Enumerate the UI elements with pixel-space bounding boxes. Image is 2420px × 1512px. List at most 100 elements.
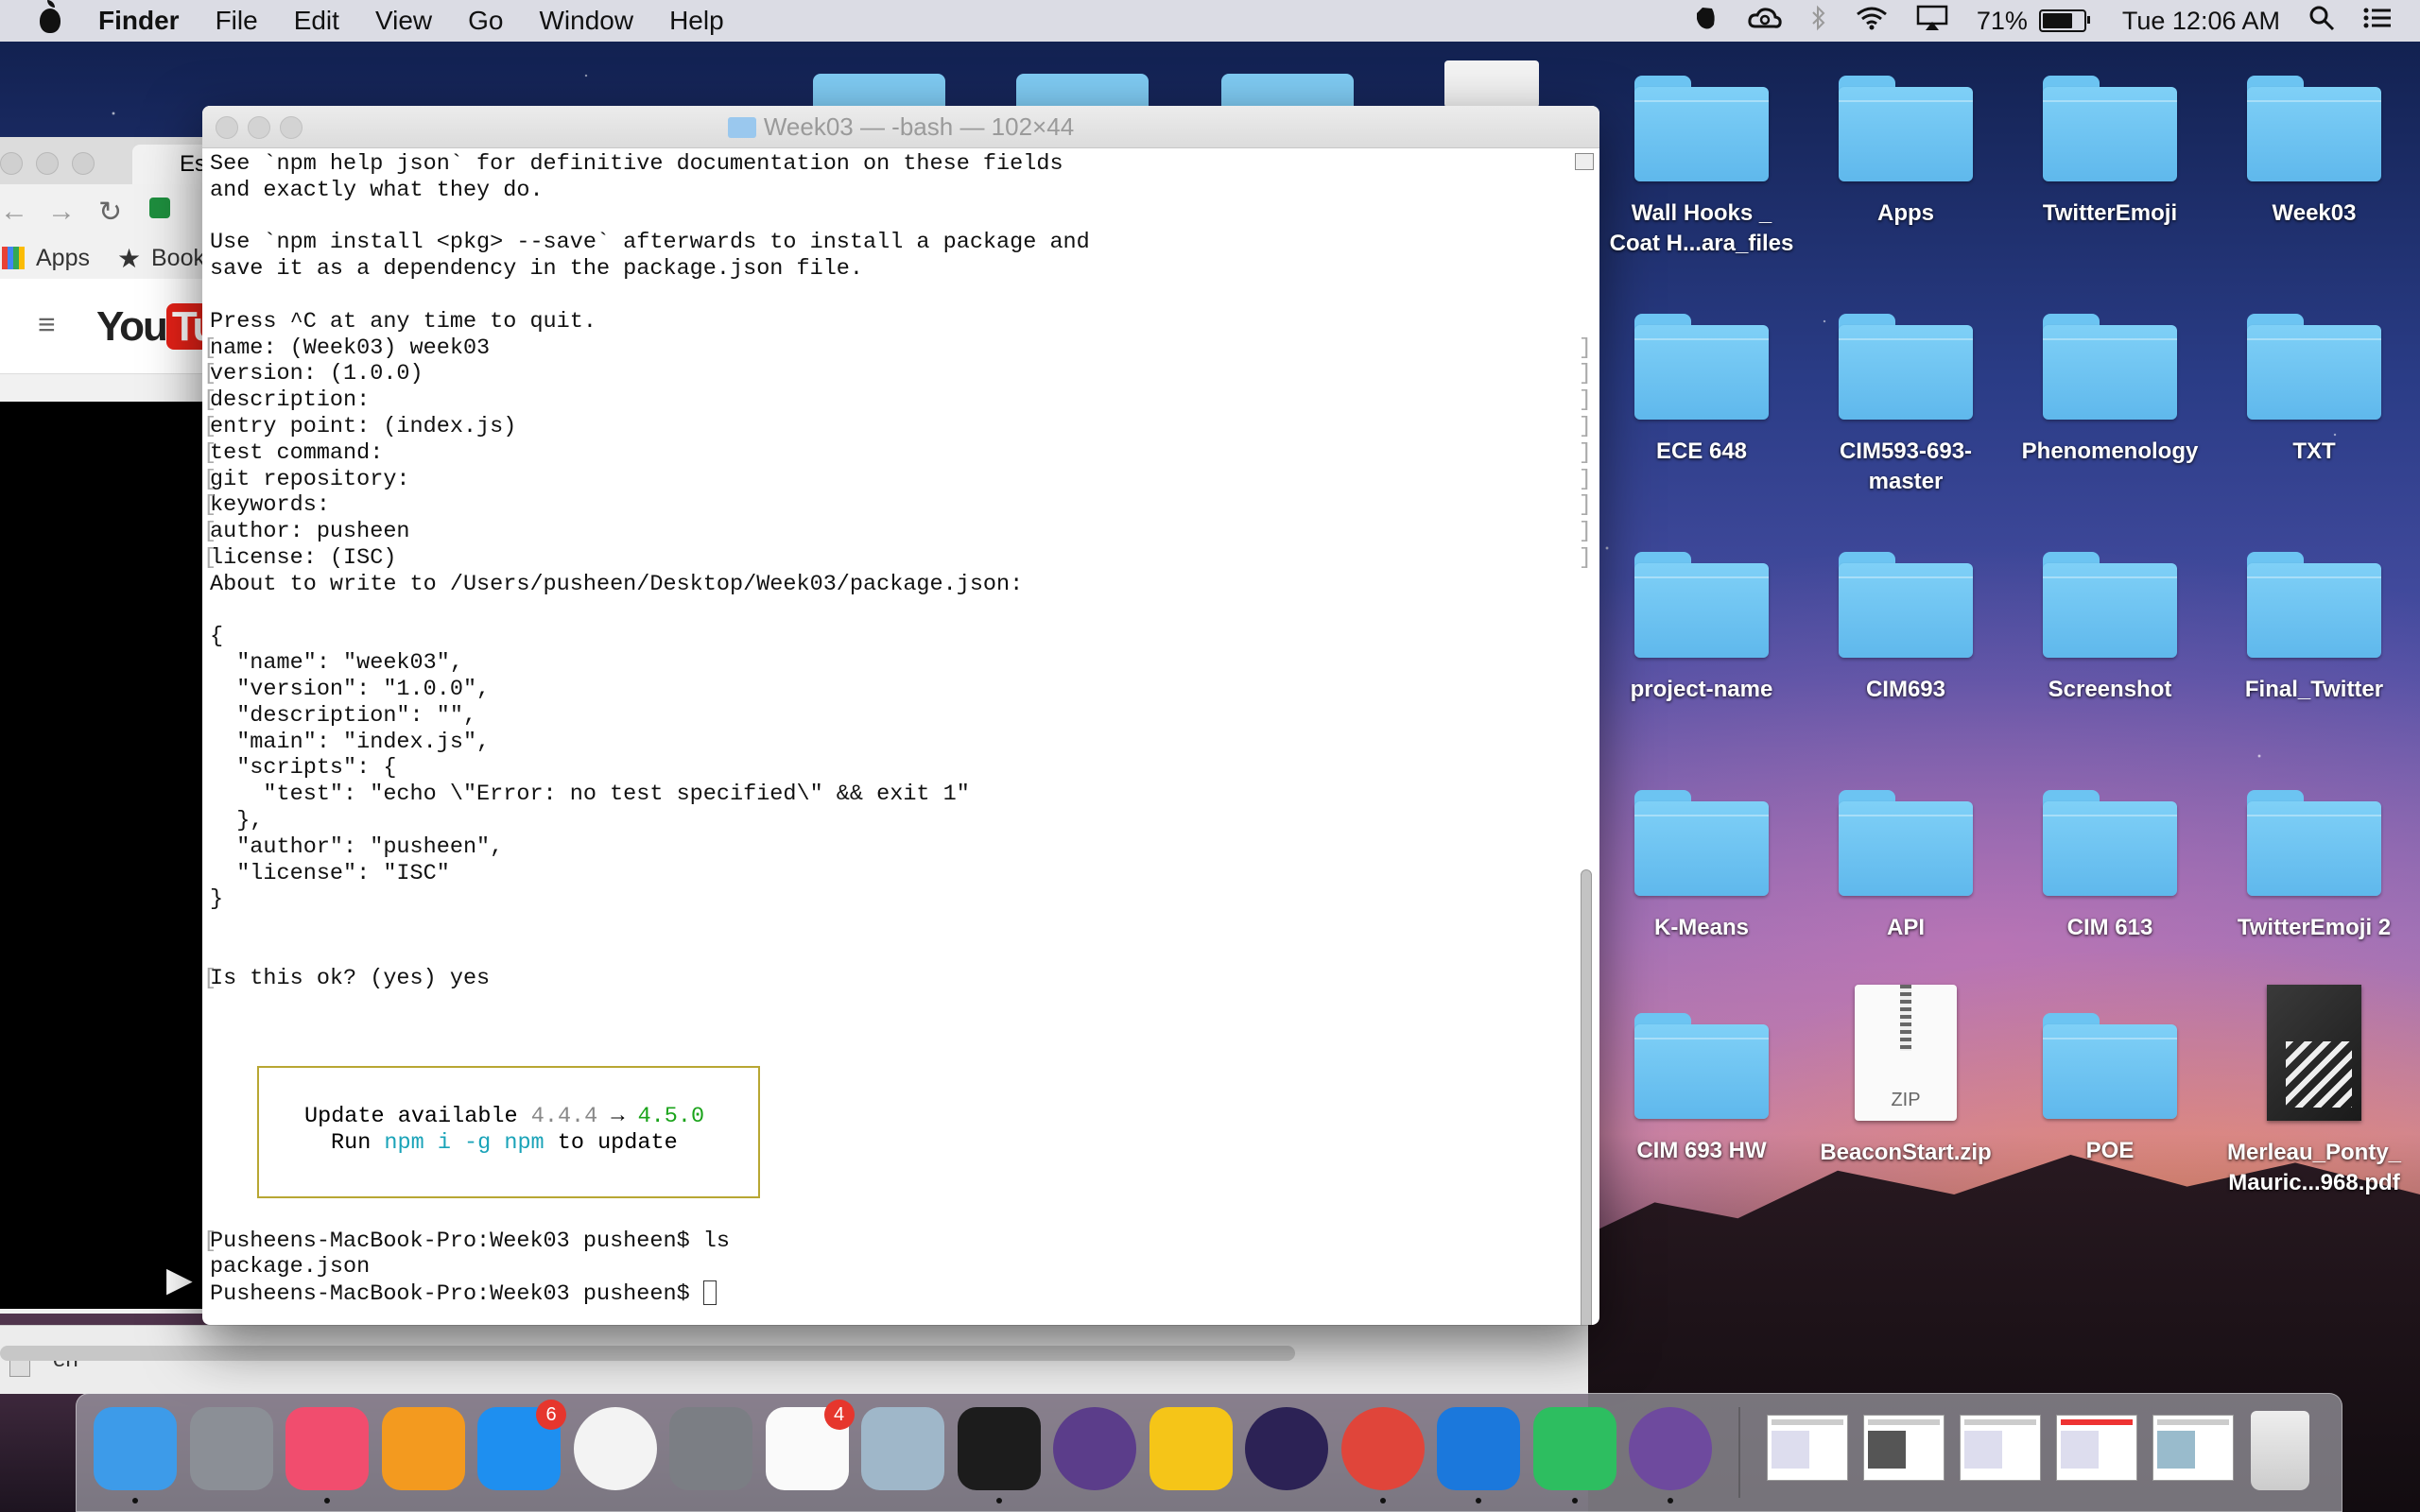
battery-percent[interactable]: 71% [1977, 7, 2028, 36]
eclipse-dock-icon[interactable] [1245, 1407, 1328, 1490]
hamburger-menu-icon[interactable]: ≡ [38, 307, 56, 342]
folder-icon [2043, 790, 2177, 896]
finder-dock-icon[interactable] [94, 1407, 177, 1503]
desktop-icon-week03[interactable]: Week03 [2210, 76, 2418, 229]
desktop-icon-final-twitter[interactable]: Final_Twitter [2210, 552, 2418, 705]
desktop-icon-label: K-Means [1653, 915, 1750, 940]
chrome-minimize-button[interactable] [36, 152, 59, 175]
terminal-line: { [210, 624, 224, 650]
folder-icon [727, 117, 756, 138]
minimized-window-thumbnail[interactable] [1960, 1415, 2041, 1481]
folder-icon [2043, 76, 2177, 181]
bookmark-book[interactable]: Book [151, 245, 205, 272]
menu-file[interactable]: File [216, 6, 258, 36]
desktop-icon-txt[interactable]: TXT [2210, 314, 2418, 467]
launchpad-dock-icon[interactable] [189, 1407, 273, 1490]
evernote-status-icon[interactable] [1691, 4, 1720, 39]
webstorm-dock-icon[interactable] [1149, 1407, 1233, 1490]
chrome-close-button[interactable] [0, 152, 23, 175]
github-desktop-dock-icon[interactable] [1053, 1407, 1136, 1490]
notification-center-icon[interactable] [2363, 7, 2392, 36]
terminal-scrollbar[interactable] [1575, 151, 1596, 1325]
apple-menu-icon[interactable] [40, 0, 60, 33]
desktop-icon-k-means[interactable]: K-Means [1598, 790, 1806, 943]
chrome-dock-icon[interactable] [1340, 1407, 1425, 1503]
desktop-icon-label: Week03 [2272, 200, 2357, 226]
xcode-dock-icon[interactable] [1437, 1407, 1520, 1503]
desktop-icon-twitteremoji-2[interactable]: TwitterEmoji 2 [2210, 790, 2418, 943]
minimized-window-thumbnail[interactable] [1863, 1415, 1945, 1481]
menu-app-name[interactable]: Finder [98, 6, 180, 36]
desktop-icon-apps[interactable]: Apps [1802, 76, 2010, 229]
chrome-zoom-button[interactable] [72, 152, 95, 175]
dock-separator [1738, 1407, 1740, 1498]
terminal-line: Press ^C at any time to quit. [210, 308, 596, 335]
system-preferences-dock-icon[interactable] [669, 1407, 752, 1490]
reminders-dock-icon[interactable]: 4 [765, 1400, 855, 1490]
npm-update-notice: Update available 4.4.4 → 4.5.0 Run npm i… [257, 1066, 760, 1198]
menu-edit[interactable]: Edit [294, 6, 339, 36]
desktop-icon-merleau-ponty[interactable]: Merleau_Ponty_ Mauric...968.pdf [2210, 985, 2418, 1198]
running-indicator [1379, 1498, 1386, 1503]
minimized-window-thumbnail[interactable] [2152, 1415, 2234, 1481]
clock[interactable]: Tue 12:06 AM [2122, 7, 2280, 36]
terminal-title-text: Week03 — -bash — 102×44 [763, 112, 1075, 141]
desktop-icon-poe[interactable]: POE [2006, 1013, 2214, 1166]
desktop-icon-cim-613[interactable]: CIM 613 [2006, 790, 2214, 943]
trash-icon[interactable] [2251, 1411, 2309, 1490]
desktop-icon-label: Merleau_Ponty_ Mauric...968.pdf [2226, 1140, 2402, 1195]
desktop-icon-cim593-693[interactable]: CIM593-693- master [1802, 314, 2010, 497]
battery-icon[interactable] [2038, 9, 2090, 32]
menu-help[interactable]: Help [669, 6, 724, 36]
terminal-line: } [210, 886, 224, 913]
zip-badge: ZIP [1891, 1090, 1921, 1110]
github-dock-icon[interactable] [1629, 1407, 1712, 1503]
split-pane-button[interactable] [1575, 153, 1594, 170]
desktop-icon-cim693[interactable]: CIM693 [1802, 552, 2010, 705]
photos-dock-icon[interactable] [573, 1407, 657, 1490]
ibooks-dock-icon[interactable] [381, 1407, 465, 1490]
terminal-dock-icon[interactable] [957, 1407, 1041, 1503]
menu-window[interactable]: Window [539, 6, 633, 36]
video-player[interactable] [0, 402, 227, 1309]
bluetooth-icon[interactable] [1810, 5, 1827, 38]
running-indicator [132, 1498, 138, 1503]
airplay-icon[interactable] [1916, 5, 1948, 38]
preview-dock-icon[interactable] [861, 1407, 944, 1490]
desktop-icon-ece-648[interactable]: ECE 648 [1598, 314, 1806, 467]
menu-view[interactable]: View [375, 6, 432, 36]
desktop-icon-twitteremoji[interactable]: TwitterEmoji [2006, 76, 2214, 229]
terminal-title-bar[interactable]: Week03 — -bash — 102×44 [202, 106, 1599, 148]
desktop-icon-api[interactable]: API [1802, 790, 2010, 943]
bookmark-apps[interactable]: Apps [36, 245, 90, 272]
horizontal-scrollbar[interactable] [0, 1346, 1295, 1361]
minimized-window-thumbnail[interactable] [2056, 1415, 2137, 1481]
desktop-icon-phenomenology[interactable]: Phenomenology [2006, 314, 2214, 467]
desktop-icon-wall-hooks[interactable]: Wall Hooks _ Coat H...ara_files [1598, 76, 1806, 259]
desktop-icon-cim-693-hw[interactable]: CIM 693 HW [1598, 1013, 1806, 1166]
play-icon[interactable]: ▶ [166, 1260, 193, 1299]
dock: 64 [76, 1393, 2342, 1512]
itunes-dock-icon[interactable] [285, 1407, 369, 1503]
folder-icon [2247, 314, 2381, 420]
wifi-icon[interactable] [1856, 6, 1888, 37]
app-store-dock-icon[interactable]: 6 [477, 1400, 566, 1490]
desktop-icon-beaconstart-zip[interactable]: ZIP BeaconStart.zip [1802, 985, 2010, 1168]
forward-arrow-icon[interactable]: → [47, 196, 76, 228]
update-suffix: to update [544, 1130, 678, 1156]
folder-icon [1634, 790, 1769, 896]
evernote-dock-icon[interactable] [1532, 1407, 1616, 1503]
back-arrow-icon[interactable]: ← [0, 196, 28, 228]
spotlight-search-icon[interactable] [2308, 5, 2335, 38]
scrollbar-thumb[interactable] [1581, 869, 1592, 1325]
desktop-icon-project-name[interactable]: project-name [1598, 552, 1806, 705]
menu-go[interactable]: Go [468, 6, 503, 36]
desktop-icon-screenshot[interactable]: Screenshot [2006, 552, 2214, 705]
reload-icon[interactable]: ↻ [98, 196, 122, 229]
minimized-window-thumbnail[interactable] [1767, 1415, 1848, 1481]
desktop-icon-label: API [1886, 915, 1925, 940]
folder-peek [813, 74, 945, 108]
creative-cloud-icon[interactable] [1748, 6, 1782, 37]
